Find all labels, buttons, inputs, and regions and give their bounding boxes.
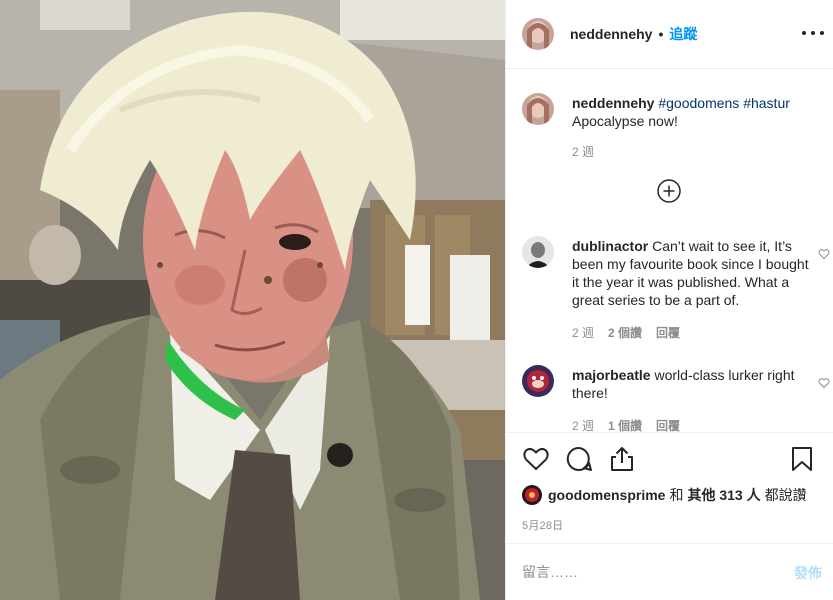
comment-meta: 2 週 2 個讚 回覆 <box>572 324 694 341</box>
author-avatar[interactable] <box>522 18 554 50</box>
bookmark-icon[interactable] <box>788 445 816 473</box>
comment-body: dublinactor Can’t wait to see it, It’s b… <box>572 237 810 309</box>
comment-likes[interactable]: 2 個讚 <box>608 324 642 341</box>
caption: neddennehy #goodomens #hastur Apocalypse… <box>522 93 822 163</box>
reply-button[interactable]: 回覆 <box>656 417 680 432</box>
comments-list[interactable]: neddennehy #goodomens #hastur Apocalypse… <box>506 70 833 432</box>
action-icons <box>522 445 818 473</box>
comment-username[interactable]: majorbeatle <box>572 367 651 383</box>
add-comment-bar: 發佈 <box>506 543 833 600</box>
post-comment-button[interactable]: 發佈 <box>794 563 822 583</box>
more-options-icon[interactable] <box>802 23 824 43</box>
liker-username[interactable]: goodomensprime <box>548 487 665 503</box>
caption-avatar[interactable] <box>522 93 554 125</box>
post-photo[interactable] <box>0 0 505 600</box>
comment-username[interactable]: dublinactor <box>572 238 648 254</box>
post-view: neddennehy • 追蹤 neddennehy #goodomens #h… <box>0 0 833 600</box>
author-username[interactable]: neddennehy <box>570 26 652 42</box>
heart-icon[interactable] <box>522 445 550 473</box>
reply-button[interactable]: 回覆 <box>656 324 680 341</box>
caption-text: Apocalypse now! <box>572 113 678 129</box>
share-icon[interactable] <box>608 445 636 473</box>
comment-age[interactable]: 2 週 <box>572 324 594 341</box>
small-heart-icon[interactable] <box>818 248 830 260</box>
post-image <box>0 0 505 600</box>
likes-others-count[interactable]: 其他 313 人 <box>687 485 760 505</box>
comment-likes[interactable]: 1 個讚 <box>608 417 642 432</box>
header-separator: • <box>658 26 664 42</box>
commenter-avatar[interactable] <box>522 365 554 397</box>
comment-item: dublinactor Can’t wait to see it, It’s b… <box>522 236 830 346</box>
liker-avatar[interactable] <box>522 485 542 505</box>
comment-item: majorbeatle world-class lurker right the… <box>522 365 830 432</box>
caption-hashtags[interactable]: #goodomens #hastur <box>658 95 790 111</box>
comment-meta: 2 週 1 個讚 回覆 <box>572 417 694 432</box>
caption-username[interactable]: neddennehy <box>572 95 654 111</box>
post-header: neddennehy • 追蹤 <box>506 0 833 69</box>
post-side-panel: neddennehy • 追蹤 neddennehy #goodomens #h… <box>505 0 833 600</box>
likes-summary: goodomensprime 和 其他 313 人 都說讚 <box>522 485 807 505</box>
comment-bubble-icon[interactable] <box>565 445 593 473</box>
likes-suffix: 都說讚 <box>764 487 807 503</box>
small-heart-icon[interactable] <box>818 377 830 389</box>
caption-body: neddennehy #goodomens #hastur Apocalypse… <box>572 94 810 130</box>
comment-input[interactable] <box>522 558 762 586</box>
plus-circle-icon[interactable] <box>657 179 681 203</box>
caption-age[interactable]: 2 週 <box>572 143 594 160</box>
follow-button[interactable]: 追蹤 <box>669 24 697 44</box>
caption-meta: 2 週 <box>572 143 608 160</box>
likes-connector: 和 <box>669 487 684 503</box>
post-actions: goodomensprime 和 其他 313 人 都說讚 5月28日 <box>506 432 833 543</box>
comment-age[interactable]: 2 週 <box>572 417 594 432</box>
post-date[interactable]: 5月28日 <box>522 517 563 533</box>
commenter-avatar[interactable] <box>522 236 554 268</box>
comment-body: majorbeatle world-class lurker right the… <box>572 366 810 402</box>
